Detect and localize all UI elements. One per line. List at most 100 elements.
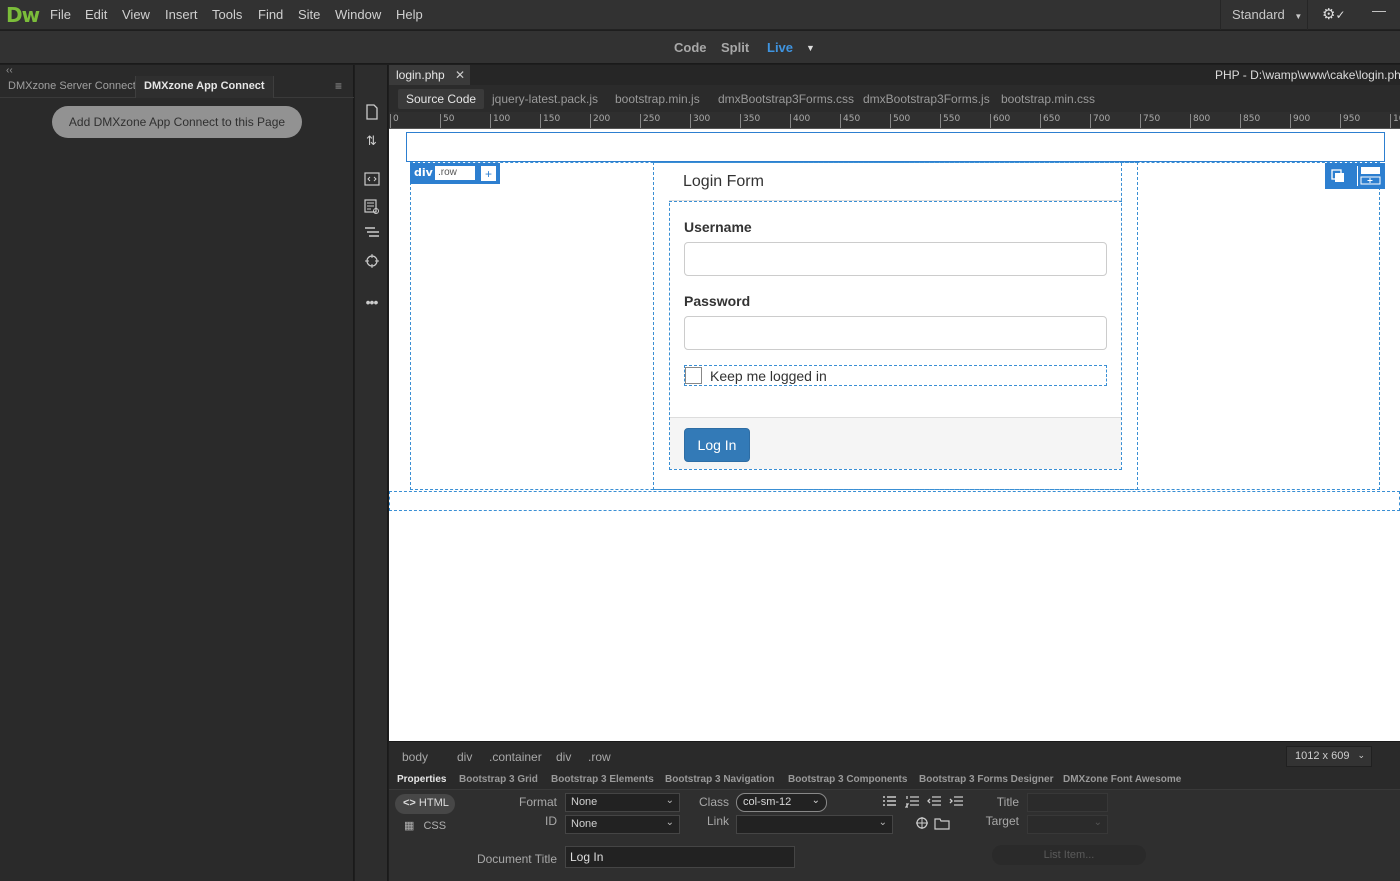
password-input[interactable] <box>684 316 1107 350</box>
menu-view[interactable]: View <box>122 7 150 22</box>
indent-icon[interactable] <box>949 795 964 809</box>
css-mode-button[interactable]: ▦ CSS <box>404 819 446 832</box>
code-brackets-icon: <> <box>403 797 416 809</box>
close-icon[interactable]: ✕ <box>455 68 465 82</box>
dmxzone-panel: ‹‹ DMXzone Server Connect DMXzone App Co… <box>0 65 354 881</box>
related-file-bootstrap-css[interactable]: bootstrap.min.css <box>1001 92 1095 106</box>
document-tabs: login.php ✕ PHP - D:\wamp\www\cake\login… <box>389 65 1400 85</box>
tab-bootstrap-navigation[interactable]: Bootstrap 3 Navigation <box>665 774 774 785</box>
minimize-icon[interactable]: — <box>1372 2 1386 18</box>
container-outline <box>389 491 1400 511</box>
code-view-button[interactable]: Code <box>674 40 707 55</box>
panel-menu-icon[interactable]: ≡ <box>335 79 342 93</box>
css-grid-icon: ▦ <box>404 820 415 832</box>
html-mode-button[interactable]: <> HTML <box>395 794 455 814</box>
target-icon[interactable] <box>363 253 380 270</box>
add-row-icon[interactable] <box>1357 166 1381 186</box>
id-value: None <box>571 818 598 830</box>
tab-dmxzone-server-connect[interactable]: DMXzone Server Connect <box>0 76 144 98</box>
remember-me-checkbox[interactable] <box>685 367 702 384</box>
duplicate-icon[interactable] <box>1331 169 1345 183</box>
list-item-button[interactable]: List Item... <box>992 845 1146 865</box>
ruler-tick: 450 <box>840 114 860 128</box>
outdent-icon[interactable] <box>927 795 942 809</box>
username-input[interactable] <box>684 242 1107 276</box>
related-file-dmx-forms-js[interactable]: dmxBootstrap3Forms.js <box>863 92 990 106</box>
log-in-button[interactable]: Log In <box>684 428 750 462</box>
tab-properties[interactable]: Properties <box>397 774 446 785</box>
crumb-div-2[interactable]: div <box>556 750 571 764</box>
document-view-bar: Code Split Live ▼ <box>0 31 1400 64</box>
grid-tools <box>1325 163 1385 189</box>
ordered-list-icon[interactable] <box>904 795 920 809</box>
link-input[interactable]: ⌄ <box>736 815 893 834</box>
live-view-button[interactable]: Live <box>767 40 793 55</box>
class-label: Class <box>698 795 729 809</box>
code-snippet-icon[interactable] <box>363 172 380 189</box>
workspace-selector[interactable]: Standard ▼ <box>1220 0 1308 30</box>
element-hud[interactable]: div .row + <box>410 163 500 184</box>
crumb-row[interactable]: .row <box>588 750 611 764</box>
tab-bootstrap-grid[interactable]: Bootstrap 3 Grid <box>459 774 538 785</box>
tab-bootstrap-elements[interactable]: Bootstrap 3 Elements <box>551 774 654 785</box>
indent-lines-icon[interactable] <box>363 226 380 243</box>
password-label: Password <box>684 293 751 309</box>
menu-help[interactable]: Help <box>396 7 423 22</box>
class-value: col-sm-12 <box>743 796 792 808</box>
ruler-tick: 100 <box>490 114 510 128</box>
css-label: CSS <box>423 820 447 832</box>
class-select[interactable]: col-sm-12 ⌄ <box>736 793 827 812</box>
window-size-selector[interactable]: 1012 x 609 ⌄ <box>1286 746 1372 767</box>
sync-settings-gear-icon[interactable]: ⚙✓ <box>1322 5 1346 23</box>
crumb-container[interactable]: .container <box>489 750 542 764</box>
menu-file[interactable]: File <box>50 7 71 22</box>
collapse-panel-icon[interactable]: ‹‹ <box>6 65 13 76</box>
title-input[interactable] <box>1027 793 1108 812</box>
tab-bootstrap-components[interactable]: Bootstrap 3 Components <box>788 774 907 785</box>
target-select[interactable]: ⌄ <box>1027 815 1108 834</box>
tab-bootstrap-forms-designer[interactable]: Bootstrap 3 Forms Designer <box>919 774 1053 785</box>
link-label: Link <box>706 814 729 828</box>
new-file-icon[interactable] <box>363 104 380 121</box>
tab-dmxzone-font-awesome[interactable]: DMXzone Font Awesome <box>1063 774 1181 785</box>
id-select[interactable]: None ⌄ <box>565 815 680 834</box>
menu-window[interactable]: Window <box>335 7 381 22</box>
menu-edit[interactable]: Edit <box>85 7 107 22</box>
tab-login-php[interactable]: login.php ✕ <box>389 65 470 85</box>
live-view-canvas[interactable]: div .row + Login Form Username Password … <box>389 129 1400 741</box>
chevron-down-icon: ⌄ <box>811 795 820 806</box>
menu-insert[interactable]: Insert <box>165 7 198 22</box>
add-app-connect-button[interactable]: Add DMXzone App Connect to this Page <box>52 106 302 138</box>
file-transfer-icon[interactable]: ⇅ <box>363 132 380 149</box>
tab-label: login.php <box>396 68 445 82</box>
related-file-source-code[interactable]: Source Code <box>398 89 485 109</box>
more-options-icon[interactable]: ••• <box>363 294 380 311</box>
properties-panel: <> HTML ▦ CSS Format None ⌄ ID None ⌄ Clas… <box>389 790 1400 881</box>
related-file-bootstrap-js[interactable]: bootstrap.min.js <box>615 92 700 106</box>
element-class-field[interactable]: .row <box>435 166 475 180</box>
unordered-list-icon[interactable] <box>882 795 897 809</box>
chevron-down-icon[interactable]: ▼ <box>806 43 815 53</box>
tab-dmxzone-app-connect[interactable]: DMXzone App Connect <box>135 76 274 98</box>
id-label: ID <box>545 814 557 828</box>
inspect-icon[interactable] <box>363 199 380 216</box>
point-to-file-icon[interactable] <box>915 816 930 831</box>
ruler-tick: 600 <box>990 114 1010 128</box>
ruler-tick: 700 <box>1090 114 1110 128</box>
related-file-jquery[interactable]: jquery-latest.pack.js <box>492 92 598 106</box>
crumb-body[interactable]: body <box>402 750 428 764</box>
split-view-button[interactable]: Split <box>721 40 749 55</box>
add-class-button[interactable]: + <box>480 165 497 182</box>
menu-tools[interactable]: Tools <box>212 7 242 22</box>
ruler-tick: 200 <box>590 114 610 128</box>
document-title-input[interactable]: Log In <box>565 846 795 868</box>
related-file-dmx-forms-css[interactable]: dmxBootstrap3Forms.css <box>718 92 854 106</box>
ruler-tick: 350 <box>740 114 760 128</box>
browse-folder-icon[interactable] <box>934 817 950 830</box>
format-select[interactable]: None ⌄ <box>565 793 680 812</box>
toolbar-strip: ⇅ ••• <box>355 65 388 881</box>
ruler-tick: 400 <box>790 114 810 128</box>
menu-find[interactable]: Find <box>258 7 283 22</box>
menu-site[interactable]: Site <box>298 7 320 22</box>
crumb-div[interactable]: div <box>457 750 472 764</box>
